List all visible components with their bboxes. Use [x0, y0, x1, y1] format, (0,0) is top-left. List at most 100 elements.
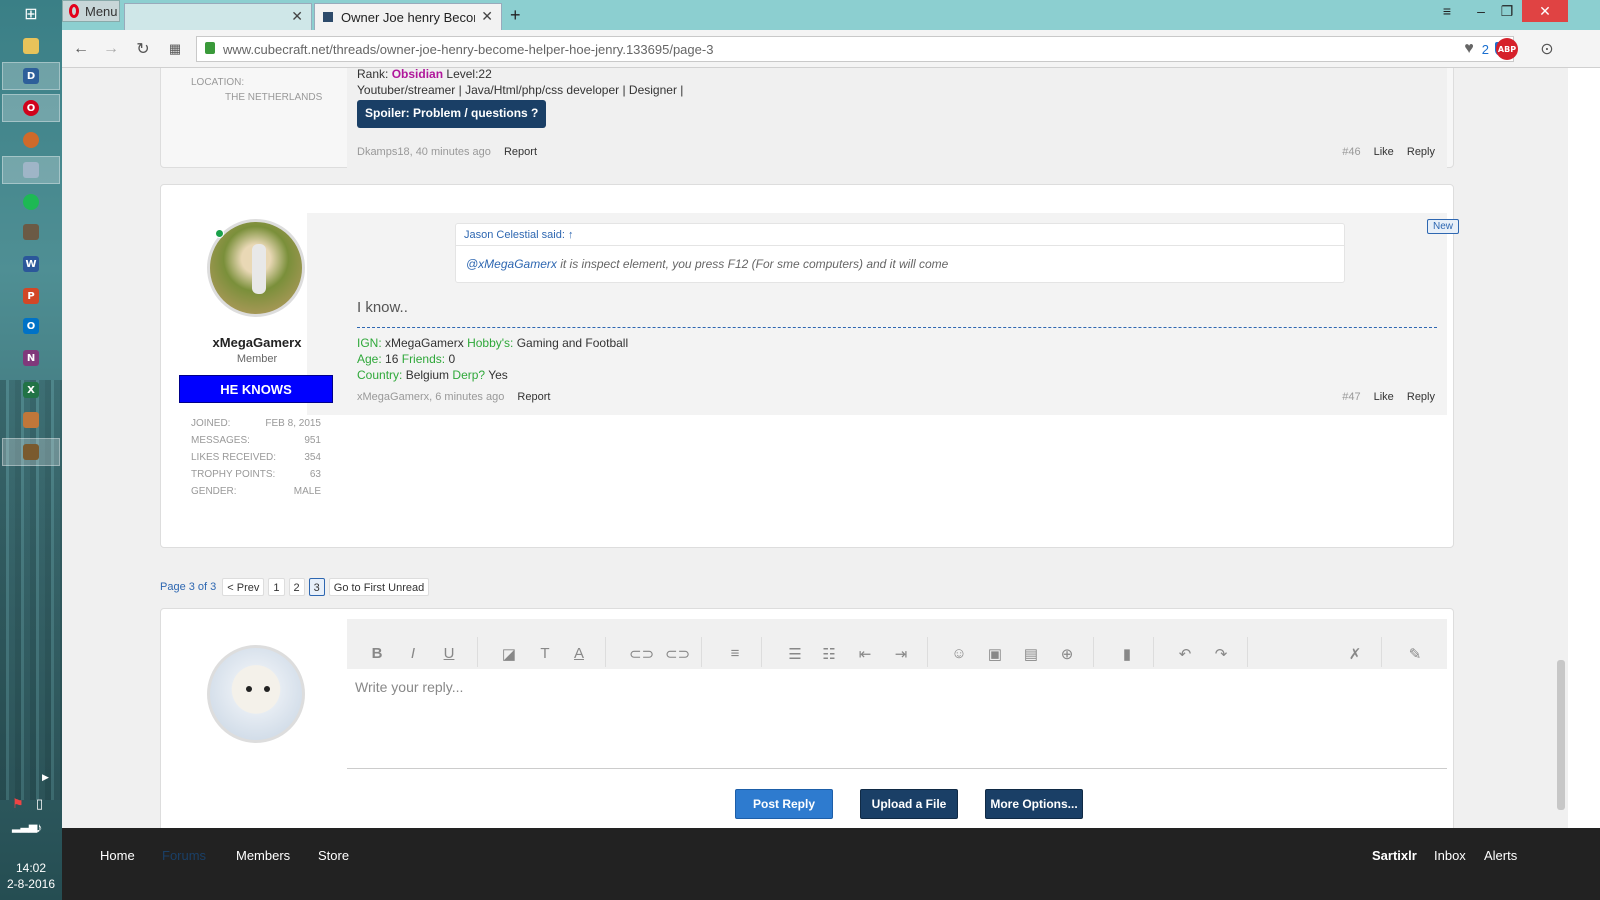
post-number[interactable]: #46 — [1342, 146, 1360, 158]
download-icon[interactable]: ⊙ — [1536, 38, 1558, 60]
draft-icon[interactable]: ▮ — [1117, 645, 1137, 663]
quote-header[interactable]: Jason Celestial said: ↑ — [456, 224, 1344, 246]
smilie-icon[interactable]: ☺ — [949, 645, 969, 662]
stat-value: Male — [293, 486, 321, 497]
tab-1[interactable]: ✕ — [124, 3, 312, 30]
close-window-icon[interactable]: ✕ — [1522, 0, 1568, 22]
battery-icon[interactable]: ▯ — [36, 796, 43, 812]
spoiler-button[interactable]: Spoiler: Problem / questions ? — [357, 100, 547, 128]
post-author-time[interactable]: xMegaGamerx, 6 minutes ago — [357, 391, 504, 403]
nav-home[interactable]: Home — [100, 848, 135, 863]
my-avatar[interactable] — [207, 645, 305, 743]
tray-expand-icon[interactable]: ▶ — [42, 772, 49, 783]
close-tab-icon[interactable]: ✕ — [481, 8, 493, 25]
report-link[interactable]: Report — [517, 391, 550, 403]
taskbar-excel[interactable]: X — [2, 376, 60, 404]
back-icon[interactable]: ← — [70, 38, 92, 60]
adblock-icon[interactable]: ABP — [1496, 38, 1518, 60]
font-size-icon[interactable]: T — [535, 645, 555, 662]
underline-icon[interactable]: U — [439, 645, 459, 662]
taskbar-app-4[interactable] — [2, 406, 60, 434]
user-title: Member — [236, 353, 278, 365]
derp-value: Yes — [488, 368, 508, 382]
volume-icon[interactable]: ♪ — [36, 820, 43, 835]
prev-page-link[interactable]: < Prev — [222, 578, 265, 596]
report-link[interactable]: Report — [504, 146, 537, 158]
mention-link[interactable]: @xMegaGamerx — [466, 257, 557, 271]
tracker-count: 2 — [1481, 42, 1489, 57]
outdent-icon[interactable]: ⇤ — [855, 645, 875, 663]
nav-members[interactable]: Members — [236, 848, 290, 863]
rank-value: Obsidian — [391, 68, 444, 81]
toolbar-separator — [701, 637, 702, 667]
taskbar-spotify[interactable] — [2, 188, 60, 216]
undo-icon[interactable]: ↶ — [1175, 645, 1195, 663]
link-icon[interactable]: ⊂⊃ — [629, 645, 654, 663]
more-options-button[interactable]: More Options... — [985, 789, 1083, 819]
nav-alerts[interactable]: Alerts — [1484, 848, 1517, 863]
taskbar-app-3[interactable] — [2, 156, 60, 184]
taskbar-gimp[interactable] — [2, 218, 60, 246]
like-link[interactable]: Like — [1374, 146, 1394, 158]
reply-link[interactable]: Reply — [1407, 391, 1435, 403]
upload-file-button[interactable]: Upload a File — [860, 789, 958, 819]
close-tab-icon[interactable]: ✕ — [291, 8, 303, 25]
taskbar-outlook[interactable]: O — [2, 312, 60, 340]
forward-icon[interactable]: → — [100, 38, 122, 60]
reply-link[interactable]: Reply — [1407, 146, 1435, 158]
new-tab-icon[interactable]: + — [510, 5, 521, 26]
post-reply-button[interactable]: Post Reply — [735, 789, 833, 819]
taskbar-app-1[interactable]: D — [2, 62, 60, 90]
taskbar-file-explorer[interactable] — [2, 32, 60, 60]
speed-dial-icon[interactable]: ▦ — [164, 38, 186, 60]
toggle-bbcode-icon[interactable]: ✎ — [1405, 645, 1425, 663]
reload-icon[interactable]: ↻ — [132, 38, 154, 60]
first-unread-link[interactable]: Go to First Unread — [328, 578, 430, 596]
post-author-time[interactable]: Dkamps18, 40 minutes ago — [357, 146, 491, 158]
reply-textarea[interactable]: Write your reply... — [347, 669, 1447, 769]
indent-icon[interactable]: ⇥ — [891, 645, 911, 663]
nav-inbox[interactable]: Inbox — [1434, 848, 1466, 863]
signal-icon[interactable]: ▂▃▅ — [12, 820, 37, 833]
nav-user[interactable]: Sartixlr — [1372, 848, 1417, 863]
numbered-list-icon[interactable]: ☷ — [819, 645, 839, 663]
text-color-icon[interactable]: ◪ — [499, 645, 519, 663]
restore-icon[interactable]: ❐ — [1490, 0, 1524, 22]
align-icon[interactable]: ≡ — [725, 645, 745, 662]
post-number[interactable]: #47 — [1342, 391, 1360, 403]
heart-icon[interactable]: ♥ — [1458, 38, 1480, 60]
opera-menu-button[interactable]: Menu — [62, 0, 120, 22]
nav-forums[interactable]: Forums — [162, 848, 206, 863]
windows-icon: ⊞ — [24, 6, 38, 23]
taskbar-app-2[interactable] — [2, 126, 60, 154]
nav-store[interactable]: Store — [318, 848, 349, 863]
clock[interactable]: 14:02 2-8-2016 — [0, 860, 62, 892]
taskbar-powerpoint[interactable]: P — [2, 282, 60, 310]
bullet-list-icon[interactable]: ☰ — [785, 645, 805, 663]
page-link-3[interactable]: 3 — [308, 578, 325, 596]
scrollbar-thumb[interactable] — [1557, 660, 1565, 810]
insert-icon[interactable]: ⊕ — [1057, 645, 1077, 663]
media-icon[interactable]: ▤ — [1021, 645, 1041, 663]
flag-icon[interactable]: ⚑ — [12, 796, 24, 812]
like-link[interactable]: Like — [1374, 391, 1394, 403]
page-link-2[interactable]: 2 — [288, 578, 305, 596]
taskbar-opera[interactable]: O — [2, 94, 60, 122]
username[interactable]: xMegaGamerx — [179, 335, 335, 350]
bold-icon[interactable]: B — [367, 645, 387, 662]
tab-2[interactable]: Owner Joe henry Become ✕ — [314, 3, 502, 30]
start-button[interactable]: ⊞ — [2, 0, 60, 28]
remove-format-icon[interactable]: ✗ — [1345, 645, 1365, 663]
redo-icon[interactable]: ↷ — [1211, 645, 1231, 663]
taskbar-onenote[interactable]: N — [2, 344, 60, 372]
taskbar-word[interactable]: W — [2, 250, 60, 278]
page-link-1[interactable]: 1 — [268, 578, 285, 596]
image-icon[interactable]: ▣ — [985, 645, 1005, 663]
tab-menu-icon[interactable]: ≡ — [1430, 0, 1464, 22]
quote-text: @xMegaGamerx it is inspect element, you … — [466, 257, 948, 271]
font-family-icon[interactable]: A — [569, 645, 589, 662]
unlink-icon[interactable]: ⊂⊃ — [665, 645, 690, 663]
address-bar[interactable]: www.cubecraft.net/threads/owner-joe-henr… — [196, 36, 1514, 62]
taskbar-minecraft[interactable] — [2, 438, 60, 466]
italic-icon[interactable]: I — [403, 645, 423, 662]
